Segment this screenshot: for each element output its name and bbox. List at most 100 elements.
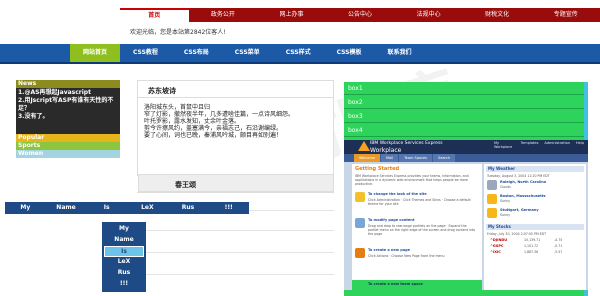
dropdown-item-name[interactable]: Name [104,235,144,246]
news-line[interactable]: 3.没有了。 [18,113,118,121]
divider [137,230,334,231]
city-cond: Sunny [500,213,510,217]
dropdown-item-rus[interactable]: Rus [104,268,144,279]
bluenav-template[interactable]: CSS模板 [324,44,375,62]
clouds-icon [487,180,497,190]
shot-tab-welcome[interactable]: Welcome [354,154,381,162]
news-line[interactable]: 1.@AS再想起Javascript [18,89,118,97]
box-1[interactable]: box1 [344,82,586,95]
stock-value: 10,139.71 [524,238,541,242]
menu-item-lex[interactable]: LeX [127,202,168,214]
footer-item[interactable]: To create a new team space [368,282,423,286]
stock-value: 1,887.36 [524,250,539,254]
dropdown-menu: My Name Is LeX Rus !!! [102,222,146,292]
news-body: 1.@AS再想起Javascript 2.用Jscript写ASP有谁有天性的不… [16,88,120,134]
shot-link[interactable]: Help [576,141,584,149]
bluenav-layout[interactable]: CSS布局 [171,44,222,62]
topnav-home[interactable]: 首页 [120,8,189,22]
stock-change: -5.57 [554,250,563,254]
shot-sidebar: My Weather Tuesday, August 3, 2004 11:20… [484,164,586,290]
news-bar-popular[interactable]: Popular [16,134,120,142]
news-line[interactable]: 2.用Jscript写ASP有谁有天性的不足？ [18,97,118,113]
dropdown-item-bang[interactable]: !!! [104,279,144,290]
blue-nav-edge [0,62,600,64]
city-name[interactable]: Raleigh, North Carolina [500,180,546,184]
shot-link[interactable]: Templates [521,141,539,149]
item-title[interactable]: To create a new page [368,248,410,252]
shot-tab-team[interactable]: Team Spaces [399,154,432,162]
bluenav-tutorial[interactable]: CSS教程 [120,44,171,62]
shot-link[interactable]: Administration [544,141,570,149]
bluenav-menu[interactable]: CSS菜单 [222,44,273,62]
topnav-topics[interactable]: 专题宣传 [531,8,600,22]
topnav-online-service[interactable]: 网上办事 [257,8,326,22]
item-desc: Click Administration · Click Themes and … [368,198,471,206]
poem-title: 苏东坡诗 [148,87,176,95]
item-title[interactable]: To modify page content [368,218,414,222]
shot-tab-search[interactable]: Search [432,154,456,162]
city-name[interactable]: Boston, Massachusetts [500,194,546,198]
menu-item-is[interactable]: Is [86,202,127,214]
poem-line: 叶托罗影，露水发知，丈余叶金落。 [144,118,241,125]
news-bar-sports[interactable]: Sports [16,142,120,150]
divider [137,252,334,253]
dropdown-item-is[interactable]: Is [104,246,144,257]
menu-item-bang[interactable]: !!! [208,202,249,214]
stock-symbol[interactable]: ^IXIC [490,250,501,254]
item-desc: Drag and drop to rearrange portlets on t… [368,224,476,236]
shot-tabs: Welcome Mail Team Spaces Search [344,154,588,162]
menu-item-name[interactable]: Name [46,202,87,214]
stock-change: -0.71 [554,244,563,248]
city-cond: Clouds [500,185,511,189]
shot-tab-mail[interactable]: Mail [381,154,399,162]
news-bar-women[interactable]: Women [16,150,120,158]
stocks-heading: My Stocks [486,224,584,230]
poem-divider [138,97,333,98]
bluenav-contact[interactable]: 联系我们 [374,44,424,62]
poem-line: 洛阳城东头，首鼠中且归 [144,104,211,111]
stock-change: -4.75 [554,238,563,242]
intro-text: IBM Workplace Services Express provides … [355,174,469,186]
box-3[interactable]: box3 [344,110,586,123]
item-desc: Click Actions · Choose New Page from the… [368,254,445,258]
shot-main: Getting Started IBM Workplace Services E… [352,164,482,290]
topnav-gov-info[interactable]: 政务公开 [189,8,258,22]
stock-symbol[interactable]: ^GSPC [490,244,503,248]
city-name[interactable]: Stuttgart, Germany [500,208,539,212]
topnav-regulations[interactable]: 法规中心 [394,8,463,22]
embedded-screenshot: IBM Workplace Services Express Workplace… [344,140,588,290]
poem-body: 洛阳城东头，首鼠中且归 窄了灯影，撤然夜半年，几多遭啥佳篇，一点诗风细怨。 叶托… [144,104,329,139]
sun-icon [487,194,497,204]
stock-value: 1,101.72 [524,244,539,248]
menu-item-my[interactable]: My [5,202,46,214]
divider [137,274,334,275]
shot-links: My Workplace Templates Administration He… [494,141,584,149]
city-cond: Sunny [500,199,510,203]
weather-date: Tuesday, August 3, 2004 11:20 PM EDT [487,174,550,178]
box-4[interactable]: box4 [344,124,586,137]
news-heading: News [16,80,120,88]
topnav-notices[interactable]: 公告中心 [326,8,395,22]
bottom-menu: My Name Is LeX Rus !!! [5,202,249,214]
sun-icon [487,208,497,218]
stock-symbol[interactable]: ^DJINDU [490,238,507,242]
poem-line: 要了心间，词也已晚，秦浦风吟城，颇目再如别遍！ [144,132,283,139]
page-icon [355,218,365,228]
bluenav-home[interactable]: 网站首页 [70,44,121,62]
dropdown-item-lex[interactable]: LeX [104,257,144,268]
shot-link[interactable]: My Workplace [494,141,515,149]
topnav-culture[interactable]: 财税文化 [463,8,532,22]
poem-line: 剪今许擦风约，盖塞满今，亲福志己，石沿谢编绿。 [144,125,283,132]
bluenav-style[interactable]: CSS样式 [273,44,324,62]
poem-line: 窄了灯影，撤然夜半年，几多遭啥佳篇，一点诗风细怨。 [144,111,295,118]
shot-subtitle: Workplace [370,147,402,154]
item-title[interactable]: To change the look of the site [368,192,427,196]
menu-item-rus[interactable]: Rus [168,202,209,214]
welcome-text: 欢迎光临，您是本站第2842位客人! [130,29,226,36]
poem-card-2 [138,174,334,192]
poem-title-2: 春王颂 [175,181,196,189]
box-2[interactable]: box2 [344,96,586,109]
shot-title: IBM Workplace Services Express [370,141,443,146]
dropdown-item-my[interactable]: My [104,224,144,235]
blue-nav: 网站首页 CSS教程 CSS布局 CSS菜单 CSS样式 CSS模板 联系我们 [70,44,424,62]
